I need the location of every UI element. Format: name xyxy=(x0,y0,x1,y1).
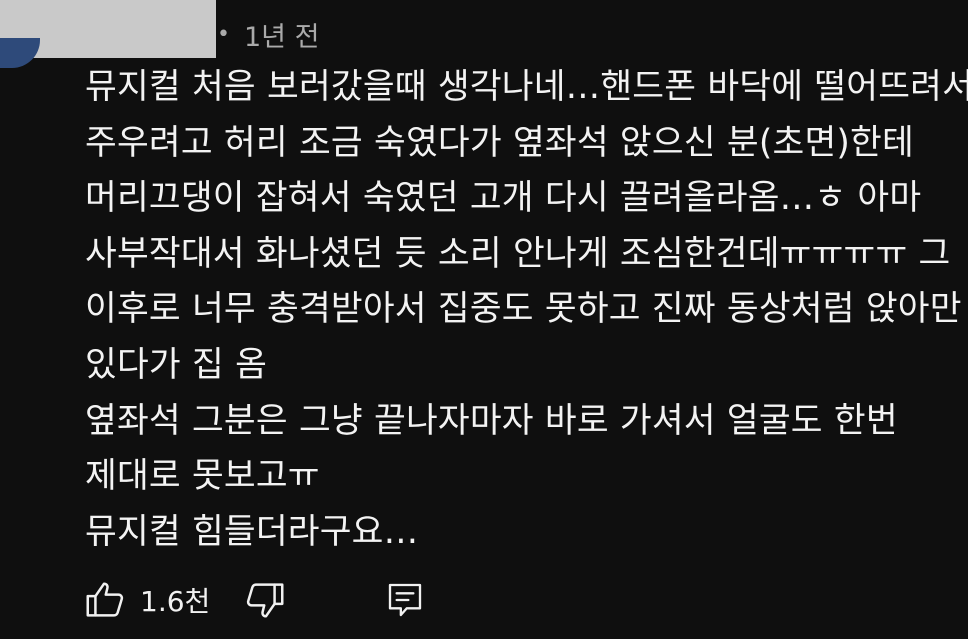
comment-icon xyxy=(389,583,422,617)
comment-line: 뮤지컬 처음 보러갔을때 생각나네…핸드폰 바닥에 떨어뜨려서 xyxy=(85,67,968,107)
comment-actions: 1.6천 xyxy=(80,574,430,626)
dislike-button[interactable] xyxy=(240,575,290,625)
comment-line: 이후로 너무 충격받아서 집중도 못하고 진짜 동상처럼 앉아만 xyxy=(85,289,962,330)
comment-line: 뮤지컬 힘들더라구요… xyxy=(85,511,419,552)
separator-dot: • xyxy=(217,21,230,47)
comment-meta: • 1년 전 xyxy=(217,14,319,54)
reply-button[interactable] xyxy=(380,575,430,625)
comment-line: 있다가 집 옴 xyxy=(85,344,268,385)
comment-line: 제대로 못보고ㅠ xyxy=(85,456,320,497)
comment-line: 주우려고 허리 조금 숙였다가 옆좌석 앉으신 분(초면)한테 xyxy=(85,122,914,163)
like-count: 1.6천 xyxy=(140,585,211,618)
like-button[interactable] xyxy=(80,575,130,625)
avatar[interactable] xyxy=(0,38,40,68)
comment-line: 사부작대서 화나셨던 듯 소리 안나게 조심한건데ㅠㅠㅠㅠ 그 xyxy=(85,233,951,274)
thumbs-down-icon xyxy=(247,583,284,618)
comment: • 1년 전 뮤지컬 처음 보러갔을때 생각나네…핸드폰 바닥에 떨어뜨려서 주… xyxy=(0,0,968,639)
comment-line: 머리끄댕이 잡혀서 숙였던 고개 다시 끌려올라옴…ㅎ 아마 xyxy=(85,178,922,219)
comment-text: 뮤지컬 처음 보러갔을때 생각나네…핸드폰 바닥에 떨어뜨려서 주우려고 허리 … xyxy=(85,60,968,560)
thumbs-up-icon xyxy=(86,582,124,617)
comment-timestamp[interactable]: 1년 전 xyxy=(244,15,319,54)
comment-line: 옆좌석 그분은 그냥 끝나자마자 바로 가셔서 얼굴도 한번 xyxy=(85,400,898,441)
